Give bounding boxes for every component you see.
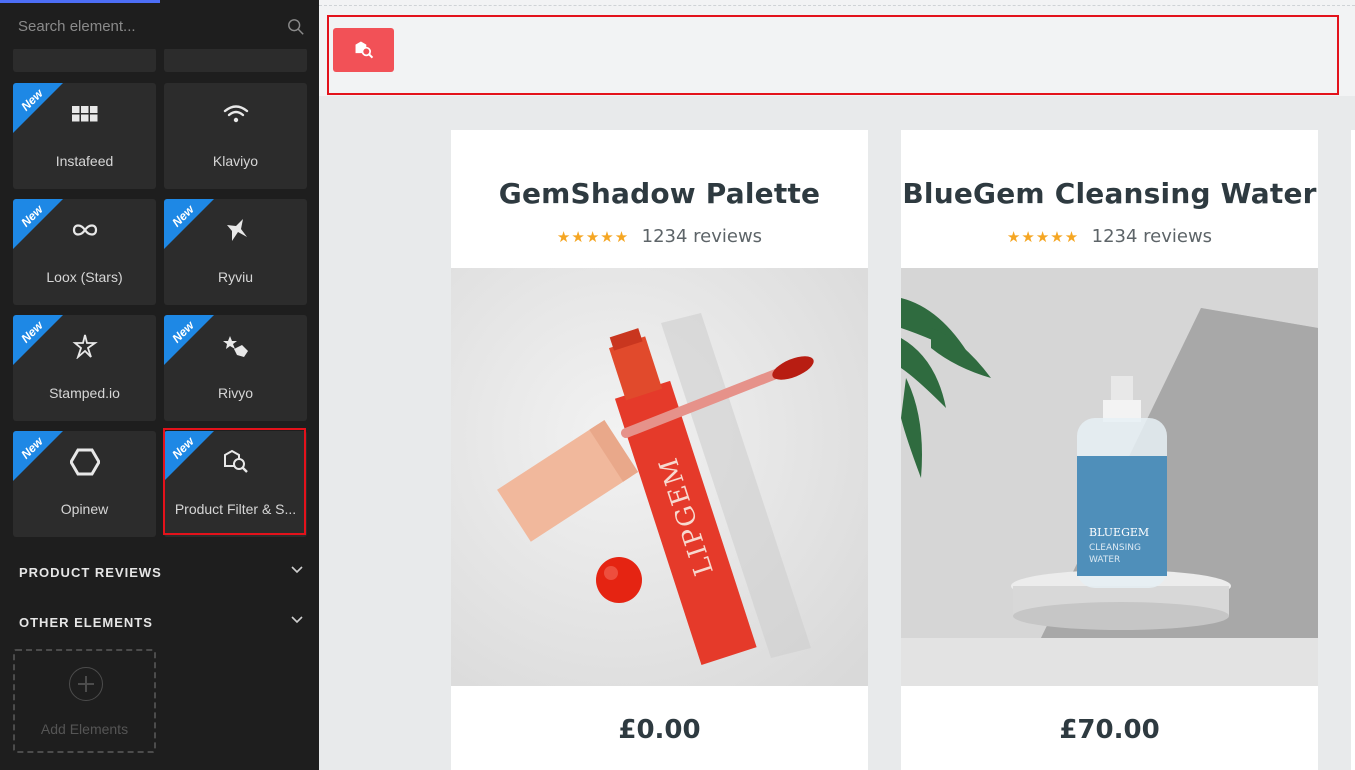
add-elements-button[interactable]: Add Elements bbox=[13, 649, 156, 753]
section-label: OTHER ELEMENTS bbox=[19, 615, 153, 630]
hexagon-icon bbox=[69, 447, 100, 477]
section-product-reviews[interactable]: PRODUCT REVIEWS bbox=[19, 565, 304, 580]
product-rating: ★★★★★ 1234 reviews bbox=[901, 226, 1318, 247]
svg-text:BLUEGEM: BLUEGEM bbox=[1089, 526, 1149, 539]
element-tile-instafeed[interactable]: New Instafeed bbox=[13, 83, 156, 189]
page-canvas: GemShadow Palette ★★★★★ 1234 reviews LIP… bbox=[319, 0, 1355, 770]
tile-label: Loox (Stars) bbox=[46, 269, 123, 285]
element-tile-opinew[interactable]: New Opinew bbox=[13, 431, 156, 537]
review-count: 1234 reviews bbox=[1091, 226, 1213, 247]
element-tile-partial[interactable] bbox=[164, 48, 307, 72]
element-tile-rivyo[interactable]: New Rivyo bbox=[164, 315, 307, 421]
rating-stars: ★★★★★ bbox=[1006, 228, 1080, 246]
selection-highlight bbox=[163, 428, 306, 535]
element-tile-loox[interactable]: New Loox (Stars) bbox=[13, 199, 156, 305]
tile-label: Rivyo bbox=[217, 385, 253, 401]
search-icon[interactable] bbox=[287, 18, 305, 36]
tile-label: Klaviyo bbox=[212, 153, 259, 169]
product-price: £70.00 bbox=[1059, 715, 1160, 745]
section-divider bbox=[319, 5, 1355, 6]
grid-icon bbox=[70, 99, 100, 129]
product-card[interactable]: BlueGem Cleansing Water ★★★★★ 1234 revie… bbox=[901, 130, 1318, 770]
chevron-down-icon bbox=[291, 566, 303, 574]
infinity-icon bbox=[70, 215, 100, 245]
product-title[interactable]: BlueGem Cleansing Water bbox=[901, 177, 1318, 210]
star-icon bbox=[221, 215, 251, 245]
search-bar bbox=[0, 3, 319, 49]
tile-label: Ryviu bbox=[217, 269, 253, 285]
element-tile-stamped[interactable]: New Stamped.io bbox=[13, 315, 156, 421]
new-badge: New bbox=[13, 199, 63, 249]
star-outline-icon bbox=[70, 331, 100, 361]
filter-section[interactable] bbox=[319, 0, 1355, 96]
new-badge: New bbox=[13, 83, 63, 133]
product-rating: ★★★★★ 1234 reviews bbox=[451, 226, 868, 247]
section-label: PRODUCT REVIEWS bbox=[19, 565, 162, 580]
rating-stars: ★★★★★ bbox=[556, 228, 630, 246]
tile-label: Stamped.io bbox=[49, 385, 120, 401]
svg-text:WATER: WATER bbox=[1089, 555, 1120, 565]
review-count: 1234 reviews bbox=[641, 226, 763, 247]
tile-label: Opinew bbox=[60, 501, 109, 517]
add-elements-label: Add Elements bbox=[40, 721, 129, 737]
new-badge: New bbox=[13, 315, 63, 365]
plus-icon bbox=[69, 667, 103, 701]
product-card-partial bbox=[1351, 130, 1355, 770]
star-hand-icon bbox=[221, 331, 251, 361]
selected-element-outline bbox=[327, 15, 1339, 95]
product-image[interactable]: LIPGEM bbox=[451, 268, 868, 686]
section-other-elements[interactable]: OTHER ELEMENTS bbox=[19, 615, 304, 630]
tile-label: Instafeed bbox=[55, 153, 114, 169]
new-badge: New bbox=[164, 199, 214, 249]
element-sidebar: New Instafeed Klaviyo New Loox (Stars) N… bbox=[0, 0, 319, 770]
chevron-down-icon bbox=[291, 616, 303, 624]
search-input[interactable] bbox=[8, 9, 308, 43]
wifi-icon bbox=[221, 99, 251, 129]
product-title[interactable]: GemShadow Palette bbox=[451, 177, 868, 210]
product-image[interactable]: BLUEGEM CLEANSING WATER bbox=[901, 268, 1318, 686]
new-badge: New bbox=[13, 431, 63, 481]
new-badge: New bbox=[164, 315, 214, 365]
product-price: £0.00 bbox=[618, 715, 701, 745]
svg-text:CLEANSING: CLEANSING bbox=[1089, 543, 1141, 553]
element-tile-klaviyo[interactable]: Klaviyo bbox=[164, 83, 307, 189]
product-card[interactable]: GemShadow Palette ★★★★★ 1234 reviews LIP… bbox=[451, 130, 868, 770]
element-tile-ryviu[interactable]: New Ryviu bbox=[164, 199, 307, 305]
element-tile-partial[interactable] bbox=[13, 48, 156, 72]
